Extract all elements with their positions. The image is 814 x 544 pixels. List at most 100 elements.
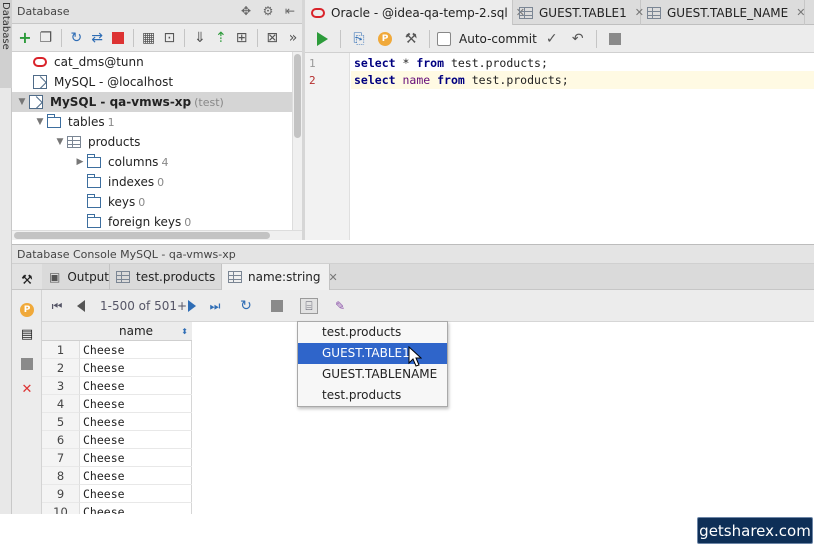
sort-icon[interactable]: ⬍ — [181, 322, 188, 341]
tree-item-foreign-keys[interactable]: foreign keys 0 — [12, 212, 292, 230]
row-number[interactable]: 9 — [42, 485, 80, 503]
next-page-icon[interactable] — [185, 298, 199, 314]
code-line[interactable]: select * from test.products; — [354, 56, 548, 70]
stop-icon[interactable] — [270, 298, 284, 314]
tree-vertical-scrollbar[interactable] — [292, 52, 302, 230]
close-icon[interactable]: ✕ — [796, 6, 805, 19]
popup-item-test-products-2[interactable]: test.products — [298, 385, 447, 406]
tree-item-keys[interactable]: keys 0 — [12, 192, 292, 212]
table-cell[interactable]: Cheese — [80, 413, 192, 431]
tab-output[interactable]: ▣ Output — [42, 264, 110, 290]
parameters-icon[interactable]: P — [19, 302, 35, 318]
toolbar-separator — [595, 29, 597, 48]
ddl-icon[interactable]: ⇓ — [191, 27, 209, 49]
first-page-icon[interactable]: ⏮ — [50, 298, 64, 314]
refresh-icon[interactable]: ↻ — [67, 27, 85, 49]
duplicate-icon[interactable]: ❐ — [37, 27, 55, 49]
table-cell[interactable]: Cheese — [80, 485, 192, 503]
row-number[interactable]: 7 — [42, 449, 80, 467]
expand-arrow-icon[interactable]: ▼ — [16, 97, 28, 107]
collapse-icon[interactable]: ✥ — [238, 3, 254, 19]
row-number[interactable]: 5 — [42, 413, 80, 431]
table-cell[interactable]: Cheese — [80, 395, 192, 413]
pager-label[interactable]: 1-500 of 501+ — [100, 298, 187, 314]
row-number[interactable]: 6 — [42, 431, 80, 449]
expand-arrow-icon[interactable]: ▼ — [54, 137, 66, 147]
stop-icon[interactable] — [604, 28, 626, 50]
tree-item-mysql-qa-vmws-xp[interactable]: ▼ MySQL - qa-vmws-xp (test) — [12, 92, 292, 112]
layout-icon[interactable]: ▤ — [19, 326, 35, 342]
popup-item-label: test.products — [322, 325, 402, 339]
tree-item-tables[interactable]: ▼ tables 1 — [12, 112, 292, 132]
popup-item-guest-tablename[interactable]: GUEST.TABLENAME — [298, 364, 447, 385]
tab-guest-table-name[interactable]: GUEST.TABLE_NAME ✕ — [641, 0, 805, 25]
scrollbar-thumb[interactable] — [14, 232, 270, 239]
column-header-label: name — [118, 324, 154, 338]
autocommit-checkbox[interactable] — [437, 31, 451, 46]
row-number-header — [42, 322, 80, 341]
table-cell[interactable]: Cheese — [80, 467, 192, 485]
tree-item-label: cat_dms@tunn — [54, 55, 144, 69]
reload-icon[interactable]: ↻ — [238, 298, 254, 314]
tab-name-string[interactable]: name:string ✕ — [222, 264, 338, 290]
table-cell[interactable]: Cheese — [80, 431, 192, 449]
table-cell[interactable]: Cheese — [80, 359, 192, 377]
pin-icon[interactable]: ✎ — [332, 298, 348, 314]
commit-icon[interactable]: ✓ — [541, 28, 563, 50]
tree-item-indexes[interactable]: indexes 0 — [12, 172, 292, 192]
row-number[interactable]: 2 — [42, 359, 80, 377]
tree-item-columns[interactable]: ▶ columns 4 — [12, 152, 292, 172]
scrollbar-thumb[interactable] — [294, 54, 301, 138]
tab-test-products[interactable]: test.products ✕ — [110, 264, 232, 290]
popup-item-label: GUEST.TABLENAME — [322, 367, 438, 381]
previous-page-icon[interactable] — [74, 298, 88, 314]
more-icon[interactable]: » — [284, 27, 302, 49]
row-number[interactable]: 1 — [42, 341, 80, 359]
row-number[interactable]: 4 — [42, 395, 80, 413]
tab-label: name:string — [248, 270, 321, 284]
popup-item-guest-table1[interactable]: GUEST.TABLE1 — [298, 343, 447, 364]
console-header: Database Console MySQL - qa-vmws-xp — [12, 244, 814, 264]
tree-item-mysql-localhost[interactable]: MySQL - @localhost — [12, 72, 292, 92]
table-editor-icon[interactable]: ▦ — [140, 27, 158, 49]
toolbar-separator — [184, 28, 186, 47]
tree-item-products[interactable]: ▼ products — [12, 132, 292, 152]
tab-oracle-sql[interactable]: Oracle - @idea-qa-temp-2.sql ✕ — [305, 0, 525, 25]
schema-icon[interactable]: ⊠ — [263, 27, 281, 49]
table-cell[interactable]: Cheese — [80, 377, 192, 395]
expand-arrow-icon[interactable]: ▼ — [34, 117, 46, 127]
settings-icon[interactable]: ⚙ — [260, 3, 276, 19]
tree-horizontal-scrollbar[interactable] — [12, 230, 302, 240]
tab-guest-table1[interactable]: GUEST.TABLE1 ✕ — [513, 0, 644, 25]
table-cell[interactable]: Cheese — [80, 449, 192, 467]
popup-item-test-products[interactable]: test.products — [298, 322, 447, 343]
column-header-name[interactable]: name ⬍ — [80, 322, 192, 341]
hide-panel-icon[interactable]: ⇤ — [282, 3, 298, 19]
close-icon[interactable]: ✕ — [329, 271, 338, 284]
explain-plan-icon[interactable]: ⎘ — [348, 28, 370, 50]
stop-icon[interactable] — [19, 356, 35, 372]
editor-toolbar: ⎘ P ⚒ Auto-commit ✓ ↶ — [305, 25, 814, 53]
settings-icon[interactable]: ⚒ — [19, 272, 35, 288]
tree-item-count: 0 — [138, 195, 146, 209]
code-line[interactable]: select name from test.products; — [354, 73, 569, 87]
run-icon[interactable] — [311, 28, 333, 50]
diagram-icon[interactable]: ⊞ — [233, 27, 251, 49]
row-number[interactable]: 8 — [42, 467, 80, 485]
close-icon[interactable]: ✕ — [19, 381, 35, 397]
add-icon[interactable]: + — [16, 27, 34, 49]
table-selector-icon[interactable]: ⌸ — [300, 298, 318, 314]
console-icon[interactable]: ⊡ — [161, 27, 179, 49]
settings-icon[interactable]: ⚒ — [400, 28, 422, 50]
expand-arrow-icon[interactable]: ▶ — [74, 157, 86, 167]
tree-item-cat-dms[interactable]: cat_dms@tunn — [12, 52, 292, 72]
rollback-icon[interactable]: ↶ — [567, 28, 589, 50]
sync-icon[interactable]: ⇄ — [88, 27, 106, 49]
export-icon[interactable]: ⇡ — [212, 27, 230, 49]
last-page-icon[interactable]: ⏭ — [208, 298, 222, 314]
stop-icon[interactable] — [109, 27, 127, 49]
parameters-icon[interactable]: P — [374, 28, 396, 50]
table-cell[interactable]: Cheese — [80, 341, 192, 359]
row-number[interactable]: 3 — [42, 377, 80, 395]
database-tool-tab[interactable]: Database — [0, 0, 12, 88]
